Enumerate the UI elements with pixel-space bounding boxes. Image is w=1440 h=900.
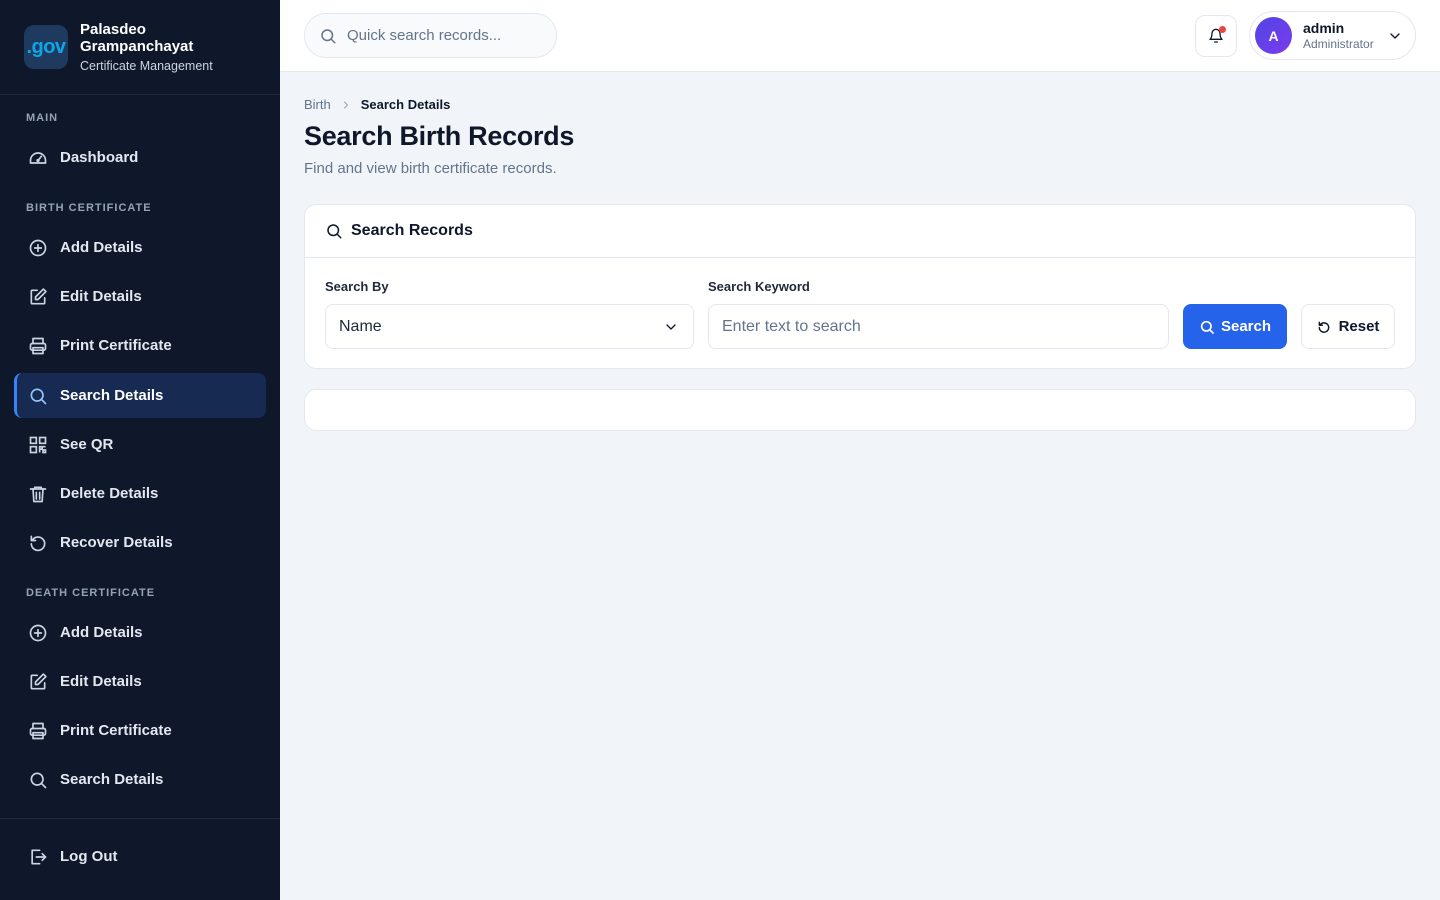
sidebar-item-label: Print Certificate (60, 337, 172, 354)
sidebar-item-birth-edit[interactable]: Edit Details (14, 274, 266, 319)
sidebar-item-label: Search Details (60, 387, 164, 404)
search-icon (1200, 320, 1214, 334)
sidebar-item-birth-qr[interactable]: See QR (14, 422, 266, 467)
search-button[interactable]: Search (1183, 304, 1287, 349)
brand: .gov Palasdeo Grampanchayat Certificate … (0, 0, 280, 95)
brand-title-line2: Grampanchayat (80, 38, 194, 56)
sidebar-item-label: Print Certificate (60, 722, 172, 739)
search-by-value: Name (339, 317, 382, 335)
chevron-down-icon (666, 324, 676, 330)
qr-code-icon (29, 436, 47, 453)
notification-badge (1219, 26, 1226, 33)
sidebar-divider (0, 818, 280, 819)
search-icon (30, 388, 47, 404)
search-keyword-input[interactable] (708, 304, 1169, 349)
notifications-button[interactable] (1195, 15, 1237, 57)
nav-section-birth: BIRTH CERTIFICATE (26, 202, 152, 214)
user-name: admin (1303, 19, 1345, 36)
dashboard-icon (29, 151, 47, 164)
edit-icon (30, 672, 47, 689)
sidebar-item-death-print[interactable]: Print Certificate (14, 708, 266, 753)
logout-icon (31, 849, 47, 864)
search-card: Search Records Search By Name Search Key… (304, 204, 1416, 369)
quick-search-input[interactable] (347, 27, 547, 44)
page-subtitle: Find and view birth certificate records. (304, 160, 557, 177)
sidebar-item-death-search[interactable]: Search Details (14, 757, 266, 802)
search-by-label: Search By (325, 279, 389, 294)
sidebar-item-birth-print[interactable]: Print Certificate (14, 323, 266, 368)
sidebar-item-birth-delete[interactable]: Delete Details (14, 471, 266, 516)
search-button-label: Search (1220, 318, 1272, 335)
plus-circle-icon (29, 239, 47, 256)
sidebar-item-label: Add Details (60, 239, 143, 256)
avatar: A (1255, 17, 1292, 54)
user-menu[interactable]: A admin Administrator (1249, 11, 1416, 60)
nav-section-death: DEATH CERTIFICATE (26, 587, 156, 599)
page-title: Search Birth Records (304, 121, 575, 151)
sidebar-item-death-edit[interactable]: Edit Details (14, 659, 266, 704)
quick-search[interactable] (304, 13, 557, 58)
breadcrumb-current: Search Details (360, 97, 451, 112)
sidebar-item-label: Add Details (60, 624, 143, 641)
topbar: A admin Administrator (280, 0, 1440, 72)
brand-title-line1: Palasdeo (80, 21, 146, 39)
search-icon (321, 28, 336, 43)
search-card-header: Search Records (305, 205, 1415, 258)
breadcrumb-parent[interactable]: Birth (304, 97, 331, 112)
search-by-select[interactable]: Name (325, 304, 694, 349)
sidebar-item-death-add[interactable]: Add Details (14, 610, 266, 655)
search-keyword-label: Search Keyword (708, 279, 810, 294)
reset-button[interactable]: Reset (1301, 304, 1395, 349)
sidebar: .gov Palasdeo Grampanchayat Certificate … (0, 0, 280, 900)
plus-circle-icon (29, 624, 47, 641)
edit-icon (30, 287, 47, 304)
rotate-ccw-icon (1318, 321, 1329, 333)
sidebar-item-label: Search Details (60, 771, 164, 788)
chevron-down-icon (1390, 33, 1400, 39)
reset-button-label: Reset (1338, 318, 1380, 335)
rotate-ccw-icon (30, 535, 46, 551)
sidebar-item-label: Recover Details (60, 534, 173, 551)
breadcrumb: Birth Search Details (304, 97, 450, 112)
brand-subtitle: Certificate Management (80, 58, 213, 73)
search-icon (30, 772, 47, 788)
sidebar-item-birth-search[interactable]: Search Details (14, 373, 266, 418)
printer-icon (29, 722, 47, 739)
sidebar-item-birth-recover[interactable]: Recover Details (14, 520, 266, 565)
brand-logo: .gov (24, 25, 68, 69)
sidebar-item-label: Delete Details (60, 485, 159, 502)
user-role: Administrator (1303, 36, 1374, 51)
sidebar-item-label: Edit Details (60, 673, 142, 690)
logout-label: Log Out (60, 848, 118, 865)
logout-button[interactable]: Log Out (14, 834, 266, 879)
results-panel (304, 389, 1416, 431)
printer-icon (29, 337, 47, 354)
nav-section-main: MAIN (26, 112, 59, 124)
sidebar-item-birth-add[interactable]: Add Details (14, 225, 266, 270)
chevron-right-icon (343, 101, 348, 108)
sidebar-item-dashboard[interactable]: Dashboard (14, 135, 266, 180)
sidebar-item-label: See QR (60, 436, 114, 453)
sidebar-item-label: Dashboard (60, 149, 139, 166)
search-icon (327, 224, 342, 239)
search-card-title: Search Records (351, 222, 473, 239)
sidebar-item-label: Edit Details (60, 288, 142, 305)
trash-icon (29, 486, 47, 502)
